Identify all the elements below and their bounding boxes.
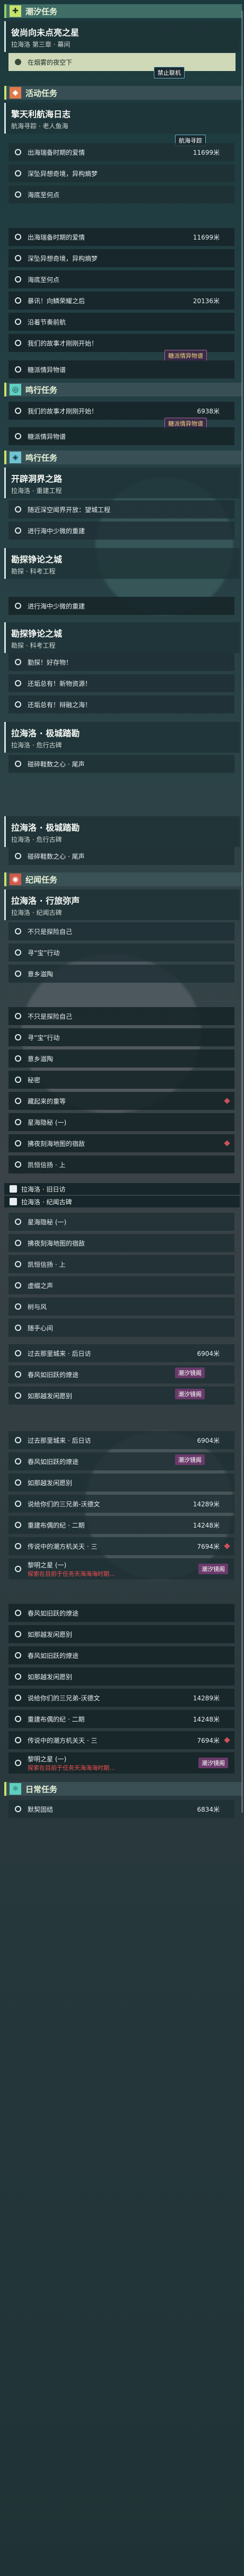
more-step-9[interactable]: 传说中的潮方机关天 · 三 7694米	[8, 1537, 234, 1555]
cycle-step-2[interactable]: 糖派情异物谱	[8, 427, 234, 445]
more2-step-1[interactable]: 春风如旧跃的燎途	[8, 1604, 234, 1622]
event-step-8[interactable]: 沿着节奏前航	[8, 313, 234, 331]
more2-step-2[interactable]: 如那越发闲愿别	[8, 1625, 234, 1643]
side-quest-3[interactable]: 勘探铮论之城 勘探 · 科考工程	[4, 622, 240, 653]
section-tide[interactable]: ✚ 潮汐任务	[4, 4, 242, 18]
daily-icon: ☼	[10, 1783, 21, 1795]
event-step-9[interactable]: 我们的故事才刚刚开始！	[8, 334, 234, 352]
legend-step-7[interactable]: 秘密	[8, 1071, 234, 1089]
legend-step-1[interactable]: 不只是探险自己	[8, 922, 234, 940]
legend-step-14[interactable]: 凯恒信扬 · 上	[8, 1255, 234, 1273]
alert-icon	[224, 1737, 230, 1743]
event-step-7[interactable]: 暴讯！向鳞荣耀之后 20136米	[8, 292, 234, 310]
event-icon: ◆	[10, 87, 21, 99]
tide-mirror-badge-2: 潮汐镜阁	[175, 1389, 205, 1399]
chapter-icon	[10, 1198, 17, 1205]
daily-step[interactable]: 默契固结 6834米	[8, 1800, 234, 1818]
legend-quest[interactable]: 拉海洛 · 行旅弥声 拉海洛 · 纪闻古碑	[4, 889, 240, 920]
side-q2-step-1[interactable]: 进行海中少微的重建	[8, 597, 234, 615]
legend-step-4[interactable]: 不只是探险自己	[8, 1007, 234, 1025]
tide-step[interactable]: 在烟雾的夜空下	[8, 53, 236, 71]
legend-step-2[interactable]: 寻“宝”行动	[8, 943, 234, 961]
side-q5-step-1[interactable]: 碰碎鞋数之心 · 尾声	[8, 847, 234, 865]
tide-mirror-badge-4: 潮汐镜阁	[198, 1564, 228, 1574]
side-q1-step-1[interactable]: 随近深空闻界开放：望城工程	[8, 500, 234, 518]
side-quest-5[interactable]: 拉海洛 · 极城踏勘 拉海洛 · 危行古碑	[4, 816, 240, 847]
side-quest-1[interactable]: 开辟洞界之路 拉海洛 · 重建工程	[4, 467, 240, 498]
chapter-row-1[interactable]: 拉海洛 · 旧日访	[4, 1183, 240, 1195]
section-cycle[interactable]: ◎ 鸣行任务	[4, 383, 242, 396]
side-q3-step-2[interactable]: 还垢总有！新物资源！	[8, 674, 234, 692]
cycle-step-1[interactable]: 我们的故事才刚刚开始！ 6938米	[8, 402, 234, 420]
more-step-7[interactable]: 说给你们的三兄弟-沃德文 14289米	[8, 1495, 234, 1513]
section-daily[interactable]: ☼ 日常任务	[4, 1782, 242, 1796]
legend-step-10[interactable]: 拂夜刻海地图的宿敌	[8, 1134, 234, 1152]
more2-step-7[interactable]: 传说中的潮方机关天 · 三 7694米	[8, 1731, 234, 1749]
event-step-6[interactable]: 海底至何点	[8, 270, 234, 288]
block-coop-badge: 禁止联机	[154, 67, 185, 78]
event-step-1[interactable]: 出海瑞备时期的爱情 11699米	[8, 143, 234, 161]
alert-icon	[224, 1543, 230, 1549]
active-icon	[15, 59, 21, 65]
plus-icon: ✚	[10, 5, 21, 17]
legend-step-3[interactable]: 意乡滋陶	[8, 965, 234, 983]
more2-step-4[interactable]: 如那越发闲愿别	[8, 1668, 234, 1686]
legend-step-8[interactable]: 藏起来的重等	[8, 1092, 234, 1110]
expedition-badge: 糖派情异物谱	[164, 350, 207, 361]
legend-step-16[interactable]: 树与风	[8, 1298, 234, 1316]
more-step-4[interactable]: 过去那里城来 · 后日访 6904米	[8, 1431, 234, 1449]
side-quest-4[interactable]: 拉海洛 · 极城踏勘 拉海洛 · 危行古碑	[4, 722, 240, 753]
legend-step-13[interactable]: 拂夜刻海地图的宿敌	[8, 1234, 234, 1252]
legend-step-9[interactable]: 星海隐秘 (一)	[8, 1113, 234, 1131]
side-q3-step-3[interactable]: 还垢总有！辩融之海！	[8, 695, 234, 713]
event-quest[interactable]: 擎天利航海日志 航海寻踪 · 老人鱼海	[4, 103, 240, 134]
legend-step-11[interactable]: 凯恒信扬 · 上	[8, 1155, 234, 1174]
side-q4-step-1[interactable]: 碰碎鞋数之心 · 尾声	[8, 755, 234, 773]
more2-step-8[interactable]: 黎明之星 (一) 探索在目前于任务天海海海时期... 潮汐镜阁	[8, 1752, 234, 1774]
scrollbar[interactable]	[241, 11, 243, 1813]
tide-mirror-badge-5: 潮汐镜阁	[198, 1758, 228, 1768]
chapter-icon	[10, 1185, 17, 1193]
cycle-icon: ◎	[10, 384, 21, 395]
side-icon: ◈	[10, 452, 21, 463]
tide-mirror-badge: 潮汐镜阁	[175, 1368, 205, 1378]
tide-quest[interactable]: 彼尚向未点亮之星 拉海洛 第三章 · 幕间	[4, 21, 240, 52]
more-step-10[interactable]: 黎明之星 (一) 探索在目前于任务天海海海时期... 潮汐镜阁	[8, 1558, 234, 1580]
event-step-5[interactable]: 深坠异想奇境，异构熵梦	[8, 249, 234, 267]
legend-step-12[interactable]: 星海隐秘 (一)	[8, 1213, 234, 1231]
more-step-8[interactable]: 重建布偶的纪 · 二期 14248米	[8, 1516, 234, 1534]
tide-mirror-badge-3: 潮汐镜阁	[175, 1454, 205, 1465]
legend-step-15[interactable]: 虚缀之声	[8, 1276, 234, 1294]
legend-icon: ◉	[10, 874, 21, 885]
event-step-2[interactable]: 深坠异想奇境，异构熵梦	[8, 164, 234, 182]
event-step-10[interactable]: 糖派情异物谱	[8, 360, 234, 378]
more2-step-6[interactable]: 重建布偶的纪 · 二期 14248米	[8, 1710, 234, 1728]
more-step-1[interactable]: 过去那里城来 · 后日访 6904米	[8, 1344, 234, 1362]
section-legend[interactable]: ◉ 纪闻任务	[4, 872, 242, 886]
side-quest-2[interactable]: 勘探铮论之城 勘探 · 科考工程	[4, 548, 240, 579]
event-step-3[interactable]: 海底至何点	[8, 186, 234, 204]
more2-step-3[interactable]: 春风如旧跃的燎途	[8, 1646, 234, 1664]
section-event[interactable]: ◆ 活动任务	[4, 86, 242, 100]
legend-step-5[interactable]: 寻“宝”行动	[8, 1028, 234, 1046]
legend-step-17[interactable]: 随手心间	[8, 1319, 234, 1337]
section-side[interactable]: ◈ 鸣行任务	[4, 451, 242, 464]
more2-step-5[interactable]: 说给你们的三兄弟-沃德文 14289米	[8, 1689, 234, 1707]
event-step-4[interactable]: 出海瑞备时期的爱情 11699米	[8, 228, 234, 246]
chapter-row-2[interactable]: 拉海洛 · 纪闻古碑	[4, 1196, 240, 1207]
side-q3-step-1[interactable]: 勤探！好存物！	[8, 653, 234, 671]
legend-step-6[interactable]: 意乡滋陶	[8, 1049, 234, 1068]
more-step-6[interactable]: 如那越发闲愿别	[8, 1474, 234, 1492]
side-q1-step-2[interactable]: 进行海中少微的重建	[8, 522, 234, 540]
